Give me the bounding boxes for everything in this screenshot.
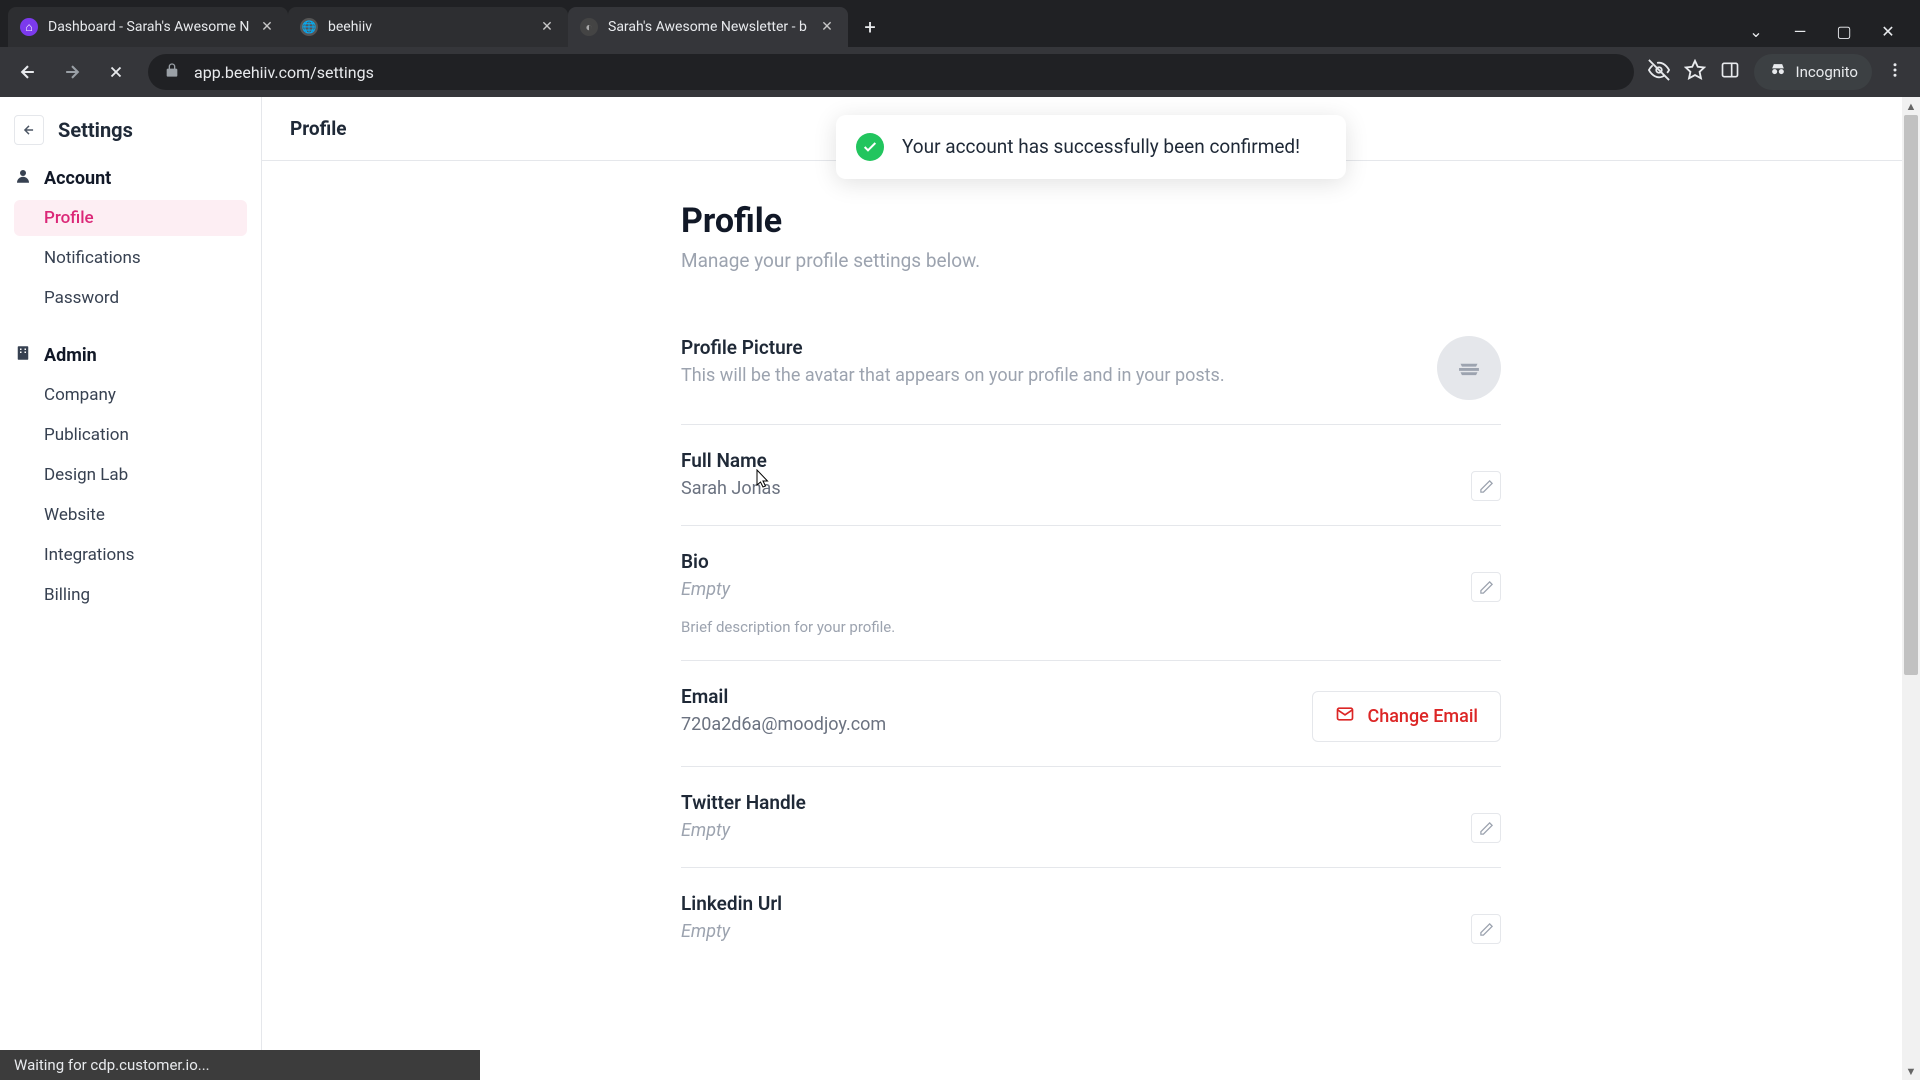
group-label: Admin <box>44 345 97 366</box>
maximize-button[interactable]: ▢ <box>1836 23 1852 39</box>
eye-off-icon[interactable] <box>1648 59 1670 85</box>
field-label: Full Name <box>681 449 1471 472</box>
tab-title: Sarah's Awesome Newsletter - b <box>608 19 818 35</box>
edit-twitter-button[interactable] <box>1471 813 1501 843</box>
globe-icon: 🌐 <box>300 18 318 36</box>
close-icon[interactable]: ✕ <box>258 18 276 36</box>
settings-sidebar: Settings Account Profile Notifications P… <box>0 97 262 1080</box>
favicon-icon: ⌂ <box>20 18 38 36</box>
field-label: Email <box>681 685 1312 708</box>
page-title: Profile <box>681 201 1501 241</box>
lock-icon <box>164 62 180 82</box>
minimize-button[interactable]: ― <box>1792 23 1808 39</box>
field-value: 720a2d6a@moodjoy.com <box>681 714 1312 735</box>
success-toast: Your account has successfully been confi… <box>836 115 1346 179</box>
close-icon[interactable]: ✕ <box>538 18 556 36</box>
sidebar-group-admin: Admin <box>14 344 247 367</box>
toolbar-right: Incognito <box>1648 54 1910 90</box>
building-icon <box>14 344 32 367</box>
field-value-empty: Empty <box>681 820 1471 841</box>
field-help: Brief description for your profile. <box>681 618 1471 636</box>
scroll-thumb[interactable] <box>1904 115 1918 675</box>
sidebar-item-publication[interactable]: Publication <box>14 417 247 453</box>
full-name-row: Full Name Sarah Jonas <box>681 425 1501 526</box>
window-controls: ⌄ ― ▢ ✕ <box>1728 23 1920 47</box>
sidebar-item-profile[interactable]: Profile <box>14 200 247 236</box>
address-bar[interactable]: app.beehiiv.com/settings <box>148 54 1634 90</box>
edit-bio-button[interactable] <box>1471 572 1501 602</box>
edit-linkedin-button[interactable] <box>1471 914 1501 944</box>
incognito-icon <box>1768 60 1788 84</box>
new-tab-button[interactable]: + <box>854 11 886 43</box>
browser-tab-active[interactable]: ◐ Sarah's Awesome Newsletter - b ✕ <box>568 7 848 47</box>
mail-icon <box>1335 704 1355 729</box>
field-label: Bio <box>681 550 1471 573</box>
vertical-scrollbar[interactable]: ▲ ▼ <box>1902 97 1920 1080</box>
sidebar-back-button[interactable] <box>14 115 44 145</box>
field-label: Twitter Handle <box>681 791 1471 814</box>
field-value: Sarah Jonas <box>681 478 1471 499</box>
sidebar-title: Settings <box>58 118 133 142</box>
linkedin-row: Linkedin Url Empty <box>681 868 1501 968</box>
sidebar-header: Settings <box>14 115 247 145</box>
sidebar-item-password[interactable]: Password <box>14 280 247 316</box>
page-subtitle: Manage your profile settings below. <box>681 249 1501 272</box>
check-circle-icon <box>856 133 884 161</box>
scroll-up-icon[interactable]: ▲ <box>1902 97 1920 115</box>
main-panel: Profile Your account has successfully be… <box>262 97 1920 1080</box>
sidebar-item-website[interactable]: Website <box>14 497 247 533</box>
tab-title: Dashboard - Sarah's Awesome N <box>48 19 258 35</box>
field-value-empty: Empty <box>681 579 1471 600</box>
sidebar-item-billing[interactable]: Billing <box>14 577 247 613</box>
close-window-button[interactable]: ✕ <box>1880 23 1896 39</box>
field-label: Linkedin Url <box>681 892 1471 915</box>
back-button[interactable] <box>10 54 46 90</box>
tabs-container: ⌂ Dashboard - Sarah's Awesome N ✕ 🌐 beeh… <box>0 0 1728 47</box>
toast-message: Your account has successfully been confi… <box>902 134 1300 160</box>
field-value-empty: Empty <box>681 921 1471 942</box>
browser-status-bar: Waiting for cdp.customer.io... <box>0 1050 480 1080</box>
browser-toolbar: app.beehiiv.com/settings Incognito <box>0 47 1920 97</box>
edit-name-button[interactable] <box>1471 471 1501 501</box>
profile-picture-row: Profile Picture This will be the avatar … <box>681 312 1501 425</box>
change-email-button[interactable]: Change Email <box>1312 691 1501 742</box>
sidebar-item-notifications[interactable]: Notifications <box>14 240 247 276</box>
incognito-label: Incognito <box>1796 63 1858 81</box>
cursor-icon <box>756 469 770 489</box>
sidebar-item-design-lab[interactable]: Design Lab <box>14 457 247 493</box>
group-label: Account <box>44 168 111 189</box>
browser-tab[interactable]: ⌂ Dashboard - Sarah's Awesome N ✕ <box>8 7 288 47</box>
scroll-down-icon[interactable]: ▼ <box>1902 1062 1920 1080</box>
favicon-icon: ◐ <box>580 18 598 36</box>
person-icon <box>14 167 32 190</box>
email-row: Email 720a2d6a@moodjoy.com Change Email <box>681 661 1501 767</box>
bookmark-star-icon[interactable] <box>1684 59 1706 85</box>
change-email-label: Change Email <box>1367 706 1478 727</box>
browser-tab[interactable]: 🌐 beehiiv ✕ <box>288 7 568 47</box>
close-icon[interactable]: ✕ <box>818 18 836 36</box>
twitter-row: Twitter Handle Empty <box>681 767 1501 868</box>
field-desc: This will be the avatar that appears on … <box>681 365 1437 386</box>
menu-dots-icon[interactable] <box>1886 61 1904 83</box>
app-container: Settings Account Profile Notifications P… <box>0 97 1920 1080</box>
field-label: Profile Picture <box>681 336 1437 359</box>
incognito-chip[interactable]: Incognito <box>1754 54 1872 90</box>
avatar-placeholder[interactable] <box>1437 336 1501 400</box>
sidebar-item-company[interactable]: Company <box>14 377 247 413</box>
sidebar-group-account: Account <box>14 167 247 190</box>
chevron-down-icon[interactable]: ⌄ <box>1748 23 1764 39</box>
bio-row: Bio Empty Brief description for your pro… <box>681 526 1501 661</box>
tab-title: beehiiv <box>328 19 538 35</box>
stop-button[interactable] <box>98 54 134 90</box>
panel-icon[interactable] <box>1720 60 1740 84</box>
forward-button[interactable] <box>54 54 90 90</box>
content-area: Profile Manage your profile settings bel… <box>661 161 1521 1080</box>
browser-tab-strip: ⌂ Dashboard - Sarah's Awesome N ✕ 🌐 beeh… <box>0 0 1920 47</box>
sidebar-item-integrations[interactable]: Integrations <box>14 537 247 573</box>
url-text: app.beehiiv.com/settings <box>194 63 374 82</box>
